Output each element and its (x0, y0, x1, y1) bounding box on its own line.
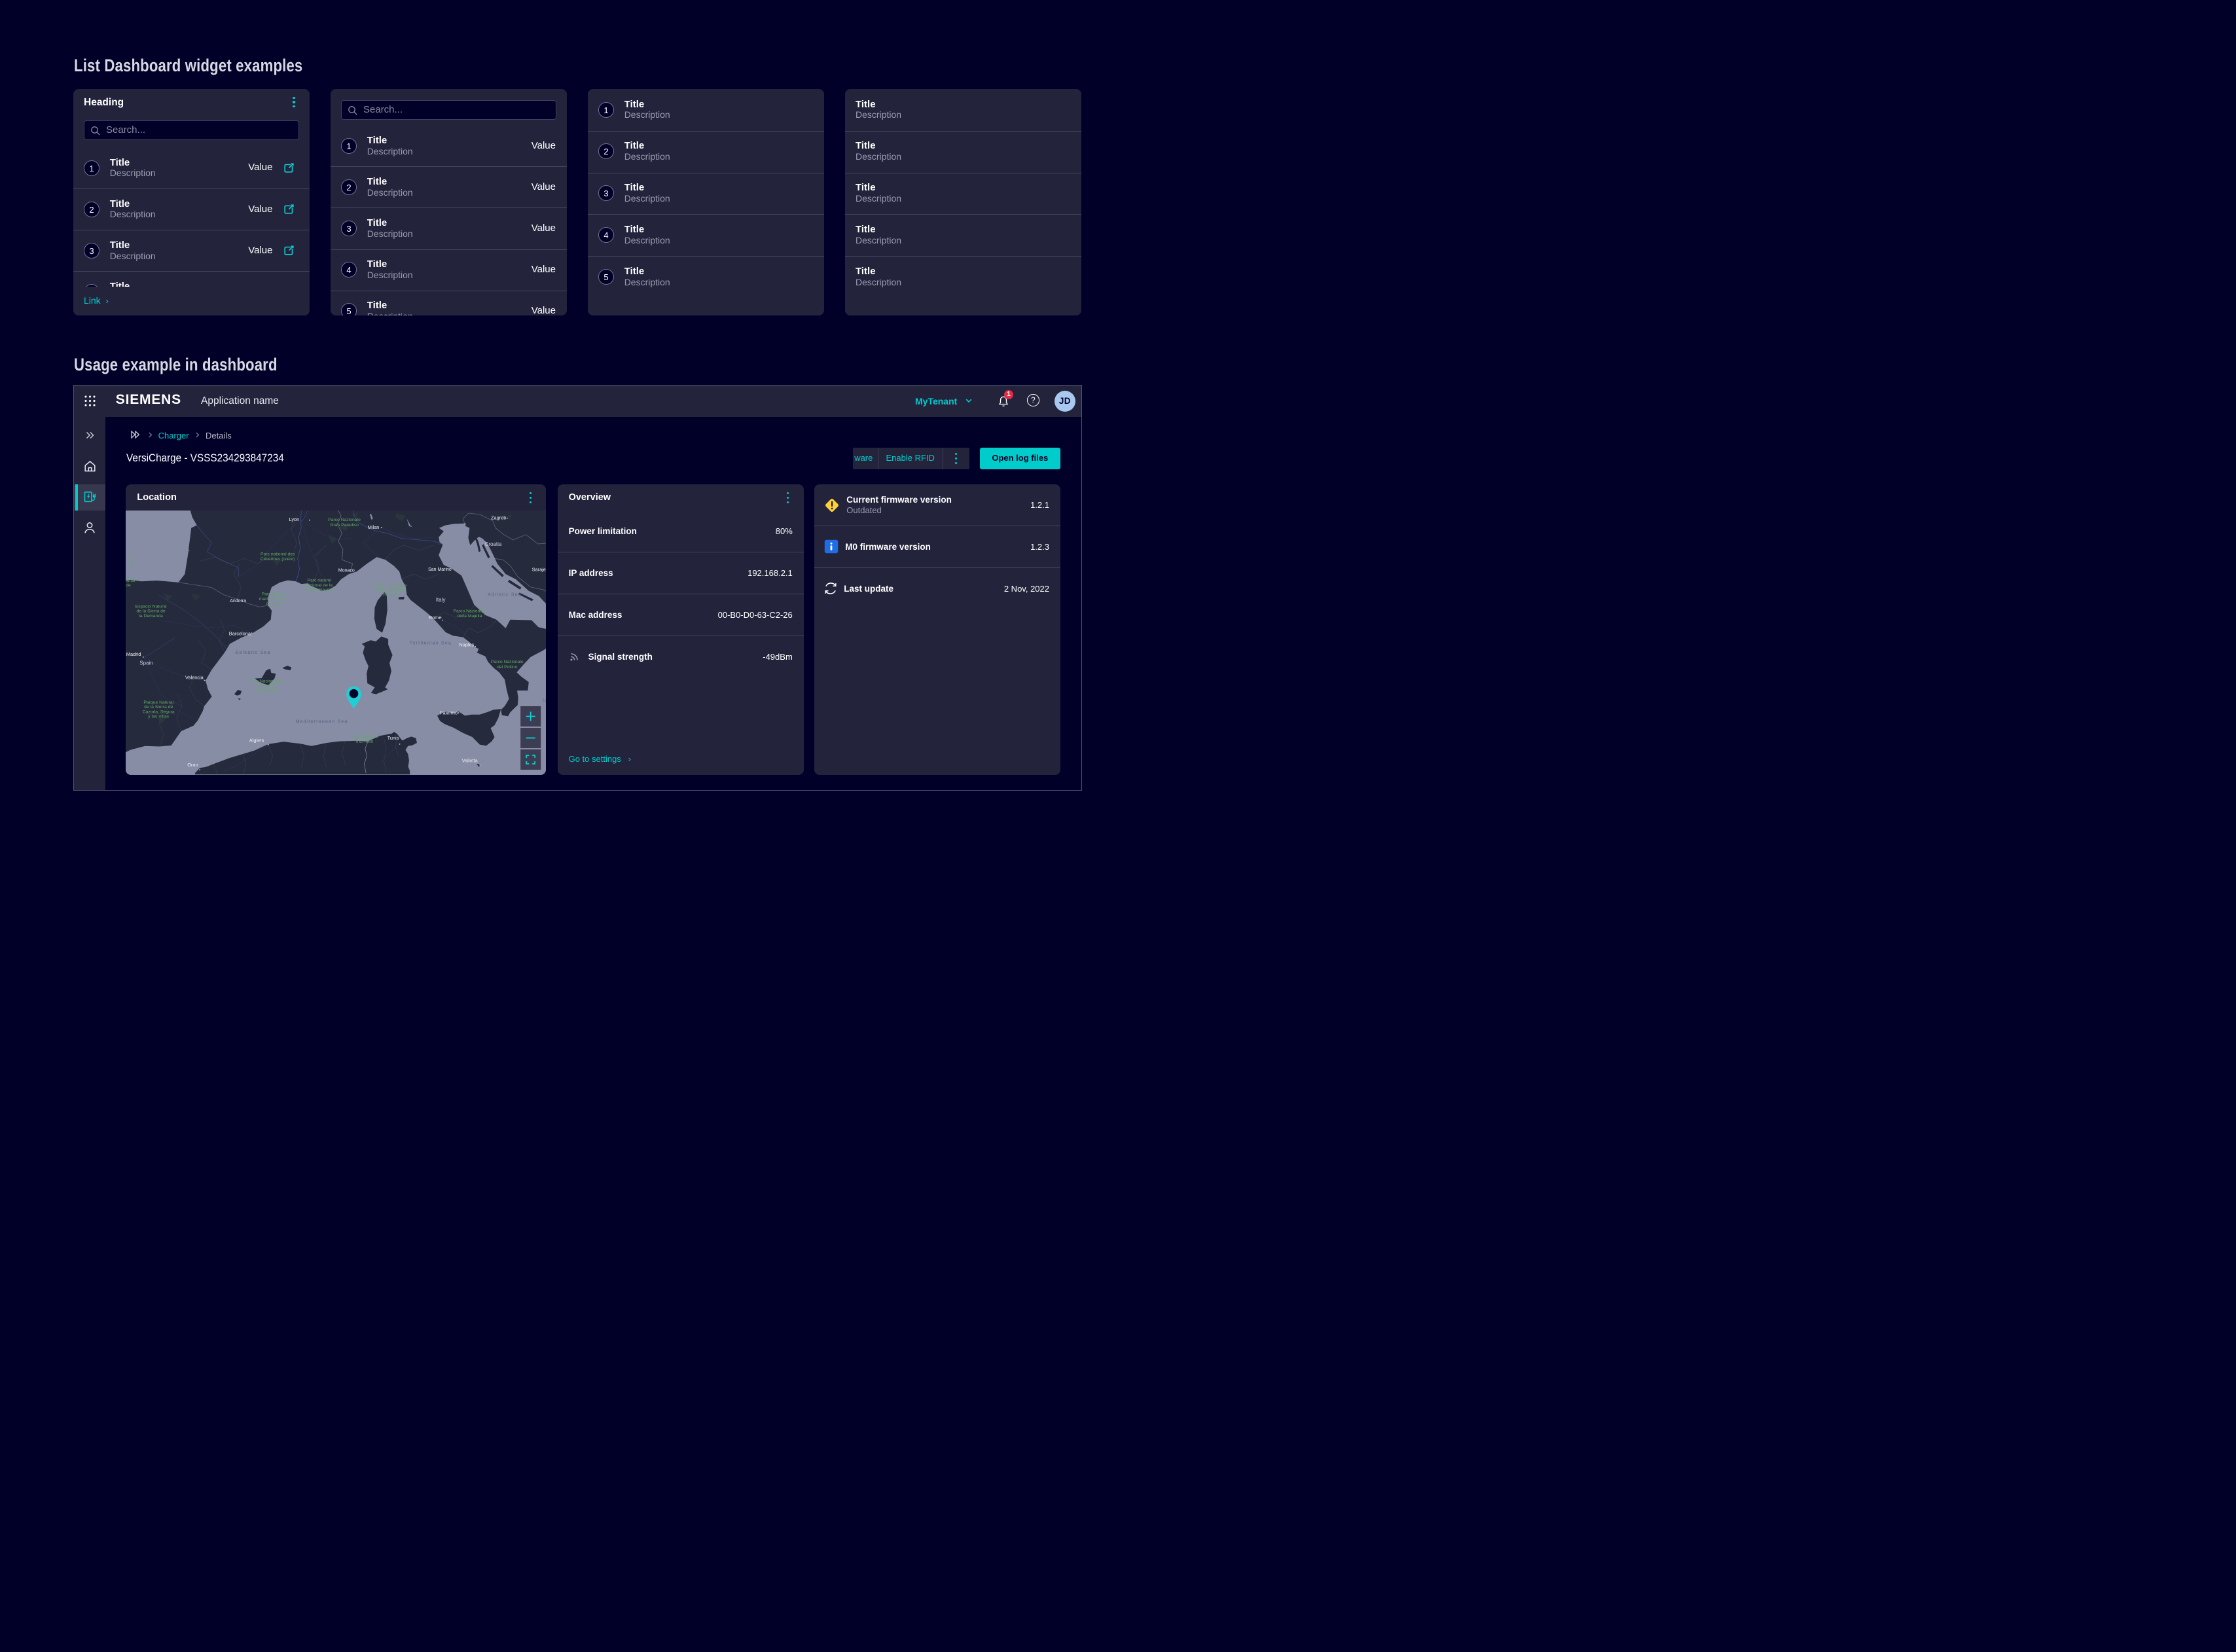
svg-text:ho: ho (130, 564, 135, 568)
svg-text:Parc National: Parc National (352, 734, 378, 739)
svg-text:Parc naturel: Parc naturel (262, 592, 286, 597)
svg-text:Rome: Rome (429, 615, 442, 621)
svg-text:Andorra: Andorra (230, 599, 247, 603)
svg-text:Espacio Natural: Espacio Natural (135, 605, 167, 609)
svg-text:Adriatic Sea: Adriatic Sea (488, 592, 522, 598)
svg-text:Tyrrhenian Sea: Tyrrhenian Sea (410, 640, 452, 646)
svg-text:y las Villas: y las Villas (149, 715, 170, 719)
svg-text:Naples: Naples (460, 642, 475, 648)
svg-text:régional de la: régional de la (306, 583, 333, 588)
svg-text:Parco Nazionale: Parco Nazionale (374, 583, 407, 588)
svg-text:Sarajev: Sarajev (532, 567, 546, 573)
svg-text:du Lion: du Lion (266, 602, 281, 606)
svg-text:della Majella: della Majella (458, 614, 482, 619)
svg-text:Sainte-Baume: Sainte-Baume (306, 588, 334, 593)
svg-text:Madrid: Madrid (126, 651, 141, 657)
svg-text:d'El Kala: d'El Kala (356, 740, 374, 744)
svg-text:de: de (130, 559, 135, 564)
svg-text:Italy: Italy (436, 598, 446, 603)
svg-text:Tunis: Tunis (388, 736, 399, 742)
svg-text:Spain: Spain (140, 660, 153, 666)
svg-text:Lyon: Lyon (289, 516, 300, 522)
svg-text:Parco Nazionale: Parco Nazionale (491, 660, 524, 664)
svg-text:Parc national des: Parc national des (261, 552, 295, 557)
svg-text:Parc naturel: Parc naturel (308, 579, 332, 583)
svg-text:Parque Natural: Parque Natural (144, 700, 174, 705)
svg-text:na: na (130, 554, 135, 558)
svg-text:Zagreb: Zagreb (491, 515, 506, 521)
svg-text:Toscano: Toscano (382, 593, 399, 598)
svg-text:Cazorla, Segura: Cazorla, Segura (143, 710, 175, 715)
svg-text:Parc Nacional de: Parc Nacional de (249, 679, 283, 684)
svg-text:Parco Nazionale: Parco Nazionale (454, 609, 486, 614)
svg-text:de: de (126, 583, 132, 588)
svg-text:marin du Golfe: marin du Golfe (259, 597, 289, 602)
svg-text:Mediterranean Sea: Mediterranean Sea (296, 719, 348, 725)
svg-text:Palermo: Palermo (440, 710, 458, 716)
svg-text:Milan: Milan (368, 524, 380, 530)
svg-text:del Pollino: del Pollino (497, 665, 518, 670)
svg-text:de la Sierra de: de la Sierra de (145, 705, 173, 709)
svg-text:Barcelona: Barcelona (229, 631, 251, 637)
svg-text:Monaco: Monaco (338, 569, 355, 573)
svg-text:Ionian: Ionian (543, 698, 546, 704)
svg-text:Cévennes (cœur): Cévennes (cœur) (261, 557, 295, 562)
svg-text:Algiers: Algiers (249, 738, 264, 744)
svg-text:Parco Nazionale: Parco Nazionale (329, 518, 361, 523)
svg-text:Gran Paradiso: Gran Paradiso (331, 524, 359, 528)
svg-text:Croatia: Croatia (485, 541, 502, 547)
svg-text:Balearic Sea: Balearic Sea (236, 650, 271, 656)
svg-text:de Cabrera: de Cabrera (255, 689, 278, 693)
svg-text:San Marino: San Marino (428, 567, 452, 572)
svg-text:Oran: Oran (188, 762, 198, 768)
svg-text:l'Arxipèlag: l'Arxipèlag (257, 684, 277, 689)
svg-text:ional: ional (126, 579, 136, 583)
svg-text:Valletta: Valletta (462, 758, 478, 764)
svg-text:de la Sierra de: de la Sierra de (137, 609, 166, 614)
svg-text:dell'Arcipelago: dell'Arcipelago (376, 588, 405, 592)
svg-text:la Demanda: la Demanda (139, 614, 164, 619)
svg-text:Valencia: Valencia (185, 675, 204, 681)
